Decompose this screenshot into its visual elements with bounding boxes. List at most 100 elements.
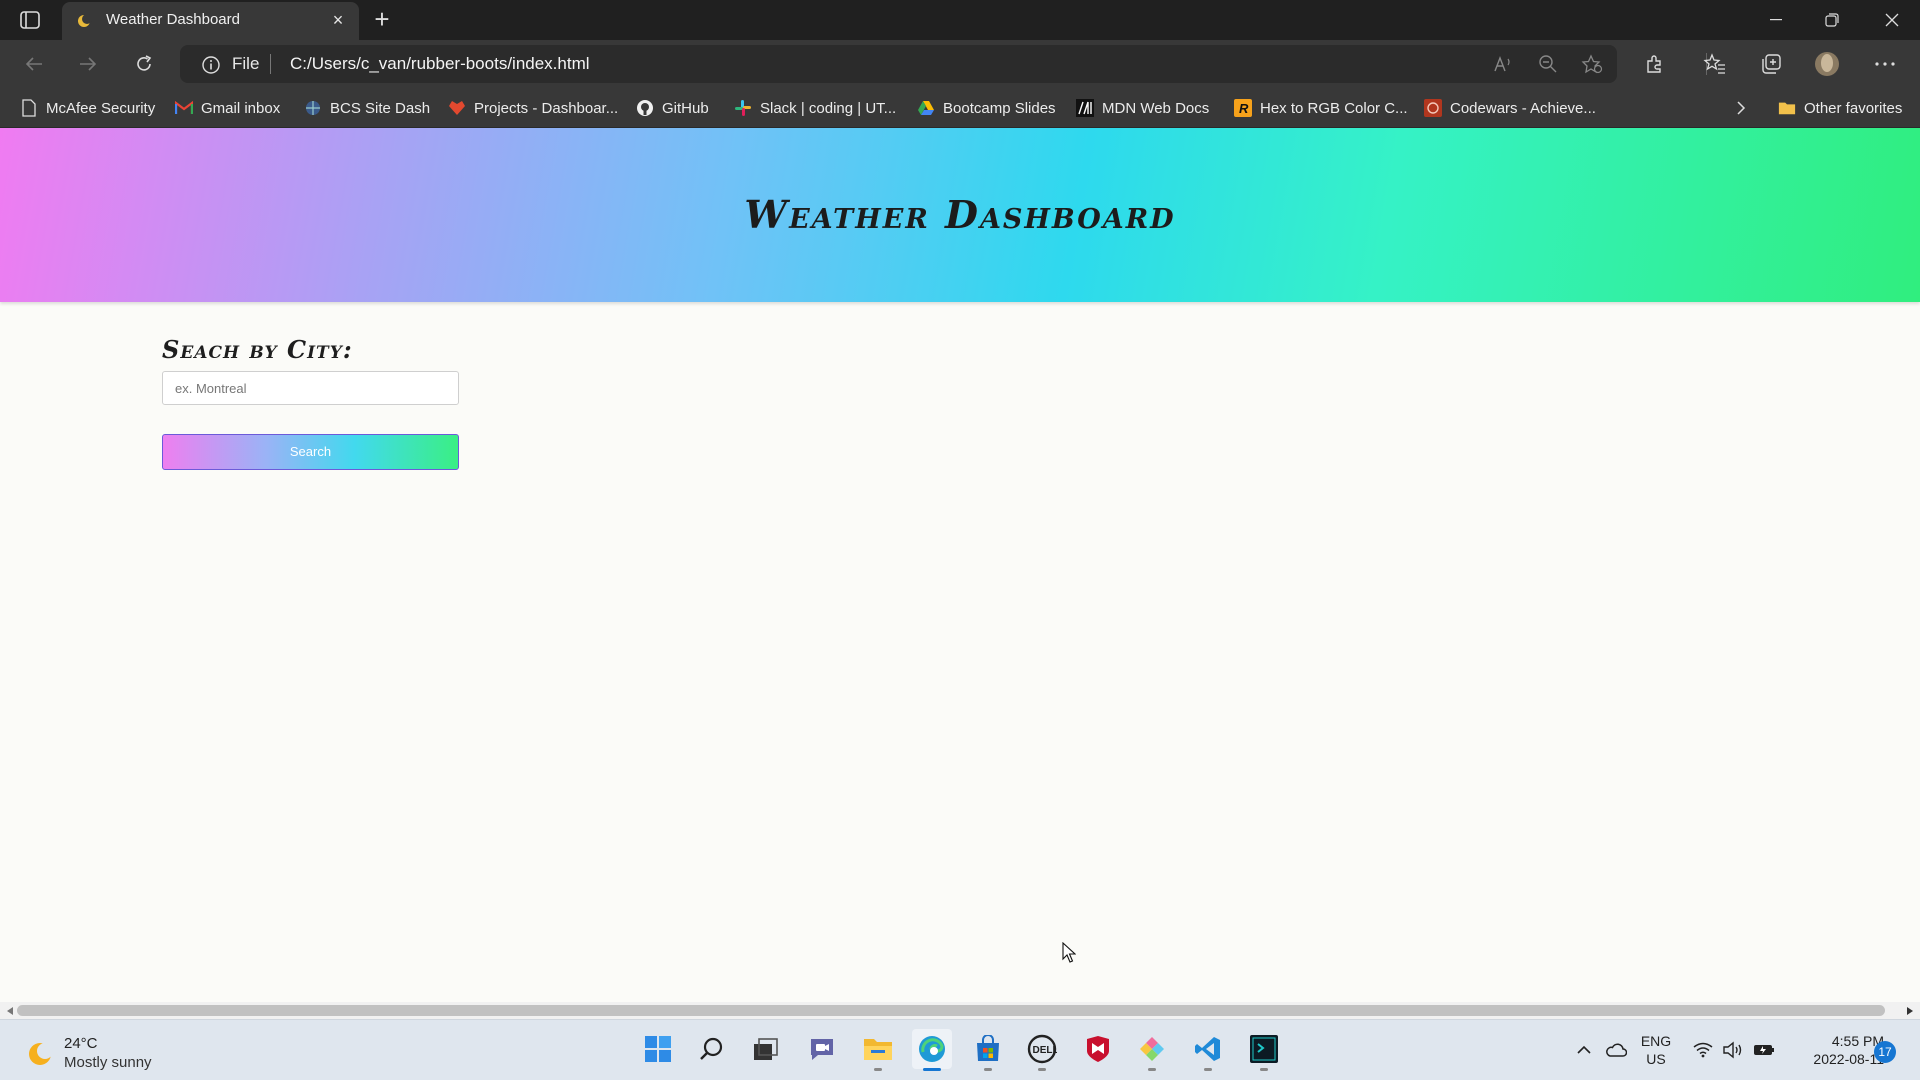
tab-actions-icon[interactable] [14, 8, 46, 32]
bookmark-slack-coding[interactable]: Slack | coding | UT... [734, 96, 896, 120]
search-label: Seach by City: [162, 335, 353, 364]
onedrive-cloud-icon[interactable] [1602, 1030, 1630, 1070]
clock-time: 4:55 PM [1831, 1033, 1884, 1049]
sunny-weather-icon [26, 1040, 54, 1068]
site-info-icon[interactable] [202, 56, 220, 74]
search-icon[interactable] [692, 1029, 732, 1069]
tab-title: Weather Dashboard [106, 11, 240, 28]
projects-icon [448, 99, 466, 117]
language-code: ENG [1640, 1033, 1672, 1049]
city-search-input[interactable] [162, 371, 459, 405]
bookmark-label: Hex to RGB Color C... [1260, 99, 1408, 117]
address-scheme: File [232, 54, 260, 73]
address-separator [270, 54, 271, 74]
profile-avatar[interactable] [1812, 50, 1842, 78]
system-clock[interactable]: 4:55 PM 2022-08-11 [1788, 1032, 1884, 1068]
bookmark-bcs-site-dash[interactable]: BCS Site Dash [304, 96, 430, 120]
gmail-icon [175, 99, 193, 117]
dell-app-icon[interactable]: DELL [1022, 1029, 1062, 1071]
bcs-icon [304, 99, 322, 117]
mouse-cursor-icon [1062, 942, 1076, 963]
input-language-indicator[interactable]: ENG US [1638, 1032, 1674, 1068]
clock-date: 2022-08-11 [1813, 1051, 1884, 1067]
bookmarks-overflow-chevron-icon[interactable] [1736, 96, 1746, 120]
bookmark-label: GitHub [662, 99, 709, 117]
mcafee-icon[interactable] [1078, 1029, 1118, 1069]
tab-weather-dashboard[interactable]: Weather Dashboard × [62, 2, 359, 40]
extensions-icon[interactable] [1640, 50, 1670, 78]
bookmark-label: Slack | coding | UT... [760, 99, 897, 117]
bookmark-mcafee-security[interactable]: McAfee Security [20, 96, 155, 120]
running-indicator [1148, 1068, 1156, 1071]
bookmark-label: Gmail inbox [201, 99, 281, 117]
bookmark-label: McAfee Security [46, 99, 156, 117]
file-explorer-icon[interactable] [858, 1029, 898, 1071]
close-window-icon[interactable] [1864, 0, 1920, 40]
tab-close-icon[interactable]: × [329, 11, 347, 29]
microsoft-store-icon[interactable] [968, 1029, 1008, 1071]
favorites-icon[interactable] [1700, 50, 1730, 78]
task-view-icon[interactable] [746, 1029, 786, 1069]
running-indicator [1038, 1068, 1046, 1071]
region-code: US [1646, 1051, 1666, 1067]
battery-charging-icon[interactable] [1750, 1030, 1778, 1070]
start-button-icon[interactable] [638, 1029, 678, 1069]
bookmark-projects-dashboard[interactable]: Projects - Dashboar... [448, 96, 618, 120]
restore-icon[interactable] [1804, 0, 1860, 40]
bookmark-other-favorites[interactable]: Other favorites [1778, 96, 1902, 120]
bookmark-github[interactable]: GitHub [636, 96, 709, 120]
teams-chat-icon[interactable] [802, 1029, 842, 1069]
slack-icon [734, 99, 752, 117]
volume-icon[interactable] [1720, 1030, 1746, 1070]
notification-count-badge[interactable]: 17 [1874, 1041, 1896, 1063]
github-icon [636, 99, 654, 117]
bookmark-label: Projects - Dashboar... [474, 99, 619, 117]
address-bar[interactable]: File C:/Users/c_van/rubber-boots/index.h… [180, 45, 1617, 83]
wifi-icon[interactable] [1690, 1030, 1716, 1070]
edge-browser-icon[interactable] [912, 1029, 952, 1071]
bookmark-hex-to-rgb[interactable]: R Hex to RGB Color C... [1234, 96, 1408, 120]
scroll-right-icon[interactable] [1904, 1005, 1916, 1017]
vscode-icon[interactable] [1188, 1029, 1228, 1071]
page-icon [20, 99, 38, 117]
zoom-icon[interactable] [1536, 53, 1560, 75]
back-icon[interactable] [16, 48, 52, 80]
page-viewport: Weather Dashboard Seach by City: Search [0, 128, 1920, 1002]
folder-icon [1778, 99, 1796, 117]
codewars-icon [1424, 99, 1442, 117]
colorful-app-icon[interactable] [1132, 1029, 1172, 1071]
show-hidden-icons-chevron-icon[interactable] [1572, 1030, 1596, 1070]
minimize-icon[interactable] [1748, 0, 1804, 40]
weather-temperature: 24°C [64, 1035, 98, 1052]
more-options-icon[interactable] [1870, 50, 1900, 78]
forward-icon[interactable] [70, 48, 106, 80]
running-indicator [1260, 1068, 1268, 1071]
address-url[interactable]: C:/Users/c_van/rubber-boots/index.html [290, 54, 590, 74]
bookmark-gmail-inbox[interactable]: Gmail inbox [175, 96, 280, 120]
scroll-left-icon[interactable] [4, 1005, 16, 1017]
refresh-icon[interactable] [126, 48, 162, 80]
horizontal-scrollbar[interactable] [0, 1002, 1920, 1019]
bookmark-bootcamp-slides[interactable]: Bootcamp Slides [917, 96, 1056, 120]
scrollbar-thumb[interactable] [17, 1005, 1885, 1016]
bookmark-codewars[interactable]: Codewars - Achieve... [1424, 96, 1596, 120]
running-indicator [874, 1068, 882, 1071]
add-favorite-icon[interactable] [1580, 53, 1604, 75]
collections-icon[interactable] [1756, 50, 1786, 78]
new-tab-button[interactable]: + [368, 6, 396, 34]
terminal-app-icon[interactable] [1244, 1029, 1284, 1071]
svg-text:DELL: DELL [1033, 1045, 1058, 1056]
bookmark-mdn-web-docs[interactable]: MDN Web Docs [1076, 96, 1209, 120]
search-button[interactable]: Search [162, 434, 459, 470]
read-aloud-icon[interactable] [1491, 53, 1515, 75]
weather-condition: Mostly sunny [64, 1054, 152, 1071]
page-title: Weather Dashboard [744, 192, 1176, 237]
mdn-icon [1076, 99, 1094, 117]
bookmark-label: Other favorites [1804, 99, 1903, 117]
active-indicator [923, 1068, 941, 1071]
drive-icon [917, 99, 935, 117]
bookmark-label: MDN Web Docs [1102, 99, 1210, 117]
favicon-icon [76, 12, 94, 30]
bookmark-label: BCS Site Dash [330, 99, 431, 117]
bookmarks-bar: McAfee Security Gmail inbox BCS Site Das… [0, 88, 1920, 128]
